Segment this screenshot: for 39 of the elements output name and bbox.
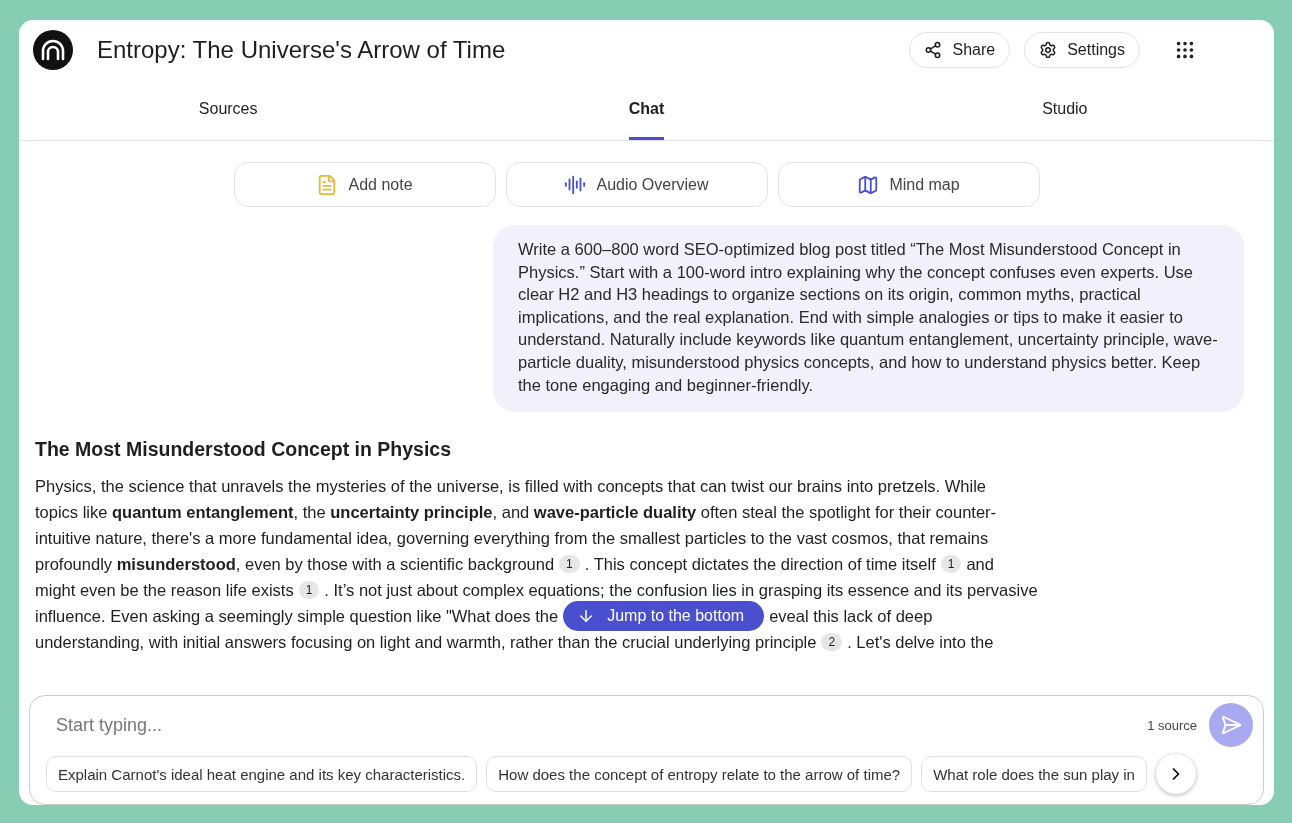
- audio-wave-icon: [564, 173, 587, 196]
- apps-grid-icon[interactable]: [1174, 39, 1196, 61]
- response-text: topics like quantum entanglement, the uncertainty principle, and wave-particle duality often steal the spotlight for their counter-: [35, 502, 997, 522]
- response-text: Physics, the science that unravels the mysteries of the universe, is filled with concepts that can twist our brains into pretzels. While: [35, 476, 986, 496]
- response-text: . Let's delve into the: [847, 632, 994, 652]
- map-icon: [857, 173, 880, 196]
- response-text: . It’s not just about complex equations; the confusion lies in grasping its essence and its pervasive: [324, 580, 1038, 600]
- jump-to-bottom-button[interactable]: Jump to the bottom: [563, 601, 765, 632]
- response-text: understanding, with initial answers focusing on light and warmth, rather than the crucial underlying principle: [35, 632, 817, 652]
- settings-button[interactable]: Settings: [1024, 32, 1140, 68]
- source-count: 1 source: [1147, 717, 1197, 733]
- settings-icon: [1039, 41, 1058, 59]
- tab[interactable]: Studio: [855, 80, 1274, 140]
- share-icon: [924, 41, 943, 59]
- share-button[interactable]: Share: [909, 32, 1011, 68]
- response-text: profoundly misunderstood, even by those with a scientific background: [35, 554, 555, 574]
- citation-chip[interactable]: 1: [940, 555, 962, 574]
- response-text: might even be the reason life exists: [35, 580, 294, 600]
- send-icon: [1220, 714, 1242, 736]
- citation-chip[interactable]: 2: [821, 633, 843, 652]
- add-note-button[interactable]: Add note: [233, 162, 496, 207]
- notebook-title: Entropy: The Universe's Arrow of Time: [97, 36, 507, 64]
- response-text: intuitive nature, there's a more fundamental idea, governing everything from the smallest particles to the vast cosmos, that remains: [35, 528, 989, 548]
- suggestion-chip[interactable]: Explain Carnot's ideal heat engine and its key characteristics.: [46, 756, 478, 792]
- tab[interactable]: Sources: [19, 80, 438, 140]
- response-heading: The Most Misunderstood Concept in Physics: [35, 438, 453, 462]
- citation-chip[interactable]: 1: [298, 581, 320, 600]
- app-logo[interactable]: [33, 30, 73, 70]
- suggestion-chip[interactable]: What role does the sun play in: [921, 756, 1147, 792]
- response-text: . This concept dictates the direction of time itself: [584, 554, 936, 574]
- audio-overview-button[interactable]: Audio Overview: [505, 162, 768, 207]
- tab[interactable]: Chat: [437, 80, 856, 140]
- citation-chip[interactable]: 1: [559, 555, 580, 574]
- suggestion-chip[interactable]: How does the concept of entropy relate to the arrow of time?: [486, 756, 913, 792]
- response-text: and: [966, 554, 994, 574]
- prompt-message: Write a 600–800 word SEO-optimized blog post titled “The Most Misunderstood Concept in Physics.” Start with a 100-word intro explaining why the concept confuses even experts. Use clear H2 and H3 headings to organize sections on its origin, common myths, practical implications, and the real explanation. End with simple analogies or tips to make it easier to understand. Naturally include keywords like quantum entanglement, uncertainty principle, wave-particle duality, misunderstood physics concepts, and how to understand physics better. Keep the tone engaging and beginner-friendly.: [493, 225, 1244, 413]
- response-text: influence. Even asking a seemingly simple question like "What does the: [35, 606, 559, 626]
- mind-map-button[interactable]: Mind map: [777, 162, 1040, 207]
- response-text: eveal this lack of deep: [769, 606, 933, 626]
